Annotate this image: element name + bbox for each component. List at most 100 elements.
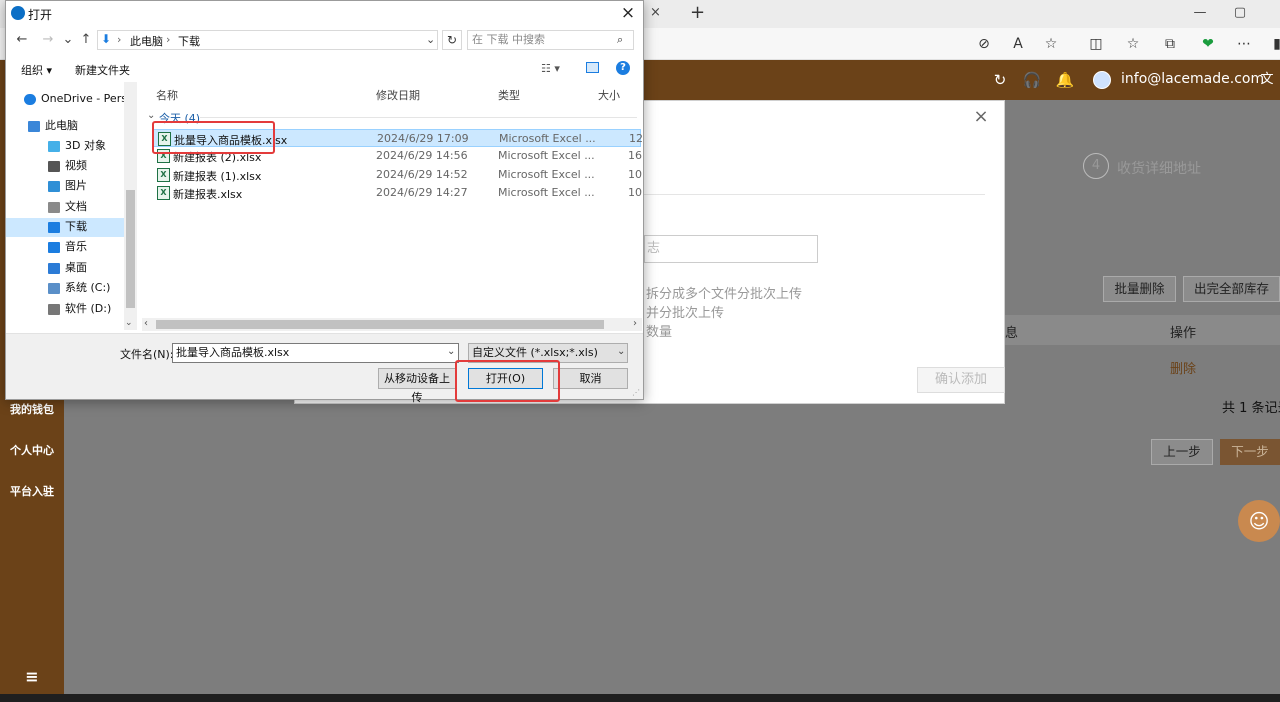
- column-header-action: 操作: [1170, 326, 1197, 341]
- user-email[interactable]: info@lacemade.com: [1121, 71, 1264, 87]
- folder-icon: [48, 303, 60, 315]
- breadcrumb-this-pc[interactable]: 此电脑: [130, 33, 163, 49]
- preview-pane-icon[interactable]: [586, 62, 599, 73]
- headset-icon[interactable]: 🎧: [1022, 70, 1042, 90]
- search-icon[interactable]: ⌕: [617, 33, 623, 47]
- modal-divider: [644, 194, 985, 195]
- split-screen-icon[interactable]: ◫: [1085, 34, 1107, 54]
- nav-item[interactable]: 下载: [48, 218, 87, 236]
- taskbar-strip: [0, 694, 1280, 702]
- nav-item[interactable]: 文档: [48, 198, 87, 216]
- upload-file-input[interactable]: 志: [644, 235, 818, 263]
- nav-item[interactable]: 3D 对象: [48, 137, 106, 155]
- nav-item-label: 文档: [65, 200, 87, 213]
- group-chevron-icon[interactable]: ⌄: [147, 110, 155, 121]
- nav-item[interactable]: 视频: [48, 157, 87, 175]
- customer-service-icon[interactable]: ☺: [1238, 500, 1280, 542]
- crumb-sep-icon: ›: [166, 33, 171, 46]
- modal-close-icon[interactable]: ×: [972, 108, 990, 126]
- sidebar-collapse-icon[interactable]: ≡: [0, 667, 64, 687]
- refresh-icon[interactable]: ↻: [990, 70, 1010, 90]
- clear-stock-button[interactable]: 出完全部库存: [1183, 276, 1280, 302]
- sidebar-item-join-platform[interactable]: 平台入驻: [0, 482, 64, 502]
- nav-item-label: 软件 (D:): [65, 302, 112, 315]
- cancel-button[interactable]: 取消: [553, 368, 628, 389]
- upload-from-mobile-button[interactable]: 从移动设备上传: [378, 368, 456, 404]
- file-type-dropdown-icon[interactable]: ⌄: [617, 346, 625, 357]
- step-label: 收货详细地址: [1117, 161, 1201, 177]
- nav-item[interactable]: 软件 (D:): [48, 300, 111, 318]
- help-icon[interactable]: ?: [616, 61, 630, 75]
- breadcrumb-downloads[interactable]: 下载: [178, 33, 200, 49]
- maximize-button[interactable]: ▢: [1225, 3, 1255, 23]
- back-arrow-icon[interactable]: ←: [14, 32, 30, 48]
- nav-item[interactable]: 此电脑: [28, 117, 78, 135]
- file-type: Microsoft Excel ...: [498, 149, 595, 163]
- language-icon[interactable]: 文: [1257, 70, 1277, 90]
- column-header-modified[interactable]: 修改日期: [376, 87, 420, 103]
- file-date: 2024/6/29 17:09: [377, 132, 469, 145]
- nav-item[interactable]: 音乐: [48, 238, 87, 256]
- new-tab-button[interactable]: +: [690, 2, 710, 24]
- scroll-left-icon[interactable]: ‹: [144, 318, 148, 329]
- scroll-right-icon[interactable]: ›: [633, 318, 637, 329]
- minimize-button[interactable]: —: [1185, 3, 1215, 23]
- file-name: 新建报表 (1).xlsx: [173, 169, 262, 183]
- bell-icon[interactable]: 🔔: [1055, 70, 1075, 90]
- batch-delete-button[interactable]: 批量删除: [1103, 276, 1176, 302]
- new-folder-button[interactable]: 新建文件夹: [75, 62, 130, 78]
- avatar[interactable]: [1093, 71, 1111, 89]
- collections-icon[interactable]: ⧉: [1159, 34, 1181, 54]
- address-dropdown-icon[interactable]: ⌄: [426, 33, 435, 46]
- browser-essentials-icon[interactable]: ❤: [1197, 34, 1219, 54]
- more-menu-icon[interactable]: ⋯: [1233, 34, 1255, 54]
- search-input[interactable]: 在 下载 中搜索: [467, 30, 634, 50]
- row-delete-link[interactable]: 删除: [1170, 358, 1196, 377]
- horizontal-scrollbar-thumb[interactable]: [156, 320, 604, 329]
- file-row[interactable]: X 新建报表 (1).xlsx 2024/6/29 14:52 Microsoft E…: [152, 166, 642, 184]
- sidebar-toggle-icon[interactable]: ▮: [1266, 34, 1280, 54]
- nav-item[interactable]: 桌面: [48, 259, 87, 277]
- prev-step-button[interactable]: 上一步: [1151, 439, 1213, 465]
- nav-item-label: 图片: [65, 179, 87, 192]
- file-row[interactable]: X 新建报表.xlsx 2024/6/29 14:27 Microsoft Excel…: [152, 184, 642, 202]
- dialog-close-icon[interactable]: ×: [618, 2, 638, 24]
- folder-icon: [24, 93, 36, 105]
- organize-menu[interactable]: 组织 ▾: [21, 62, 52, 78]
- file-type: Microsoft Excel ...: [498, 185, 595, 199]
- total-records: 共 1 条记录: [1222, 401, 1280, 416]
- nav-item-label: 系统 (C:): [65, 281, 111, 294]
- confirm-add-button[interactable]: 确认添加: [917, 367, 1005, 393]
- sidebar-item-wallet[interactable]: 我的钱包: [0, 400, 64, 420]
- folder-icon: [48, 282, 60, 294]
- forward-arrow-icon[interactable]: →: [40, 32, 56, 48]
- nav-item[interactable]: 系统 (C:): [48, 279, 110, 297]
- file-size: 16: [628, 149, 642, 163]
- read-aloud-icon[interactable]: A: [1007, 34, 1029, 54]
- column-header-type[interactable]: 类型: [498, 87, 520, 103]
- refresh-icon[interactable]: ↻: [442, 30, 462, 50]
- recent-locations-icon[interactable]: ⌄: [60, 32, 76, 48]
- folder-icon: [48, 180, 60, 192]
- favorite-icon[interactable]: ☆: [1040, 34, 1062, 54]
- folder-icon: [48, 201, 60, 213]
- crumb-sep-icon: ›: [117, 33, 122, 46]
- filename-input[interactable]: 批量导入商品模板.xlsx: [172, 343, 459, 363]
- column-header-size[interactable]: 大小: [598, 87, 620, 103]
- favorites-list-icon[interactable]: ☆: [1122, 34, 1144, 54]
- file-date: 2024/6/29 14:27: [376, 185, 468, 199]
- nav-scroll-down-icon[interactable]: ⌄: [125, 318, 133, 328]
- tab-close-icon[interactable]: ×: [650, 4, 666, 22]
- resize-grip-icon[interactable]: ⋰: [632, 388, 640, 397]
- up-arrow-icon[interactable]: ↑: [78, 32, 94, 48]
- nav-item-label: 下载: [65, 220, 87, 233]
- nav-item[interactable]: OneDrive - Perso: [24, 90, 134, 108]
- sidebar-item-profile[interactable]: 个人中心: [0, 441, 64, 461]
- filename-dropdown-icon[interactable]: ⌄: [447, 346, 455, 357]
- nav-item[interactable]: 图片: [48, 177, 87, 195]
- nav-scrollbar-thumb[interactable]: [126, 190, 135, 308]
- view-options-icon[interactable]: ☷ ▾: [541, 62, 560, 75]
- column-header-name[interactable]: 名称: [156, 87, 178, 103]
- tracking-icon[interactable]: ⊘: [973, 34, 995, 54]
- next-step-button[interactable]: 下一步: [1220, 439, 1280, 465]
